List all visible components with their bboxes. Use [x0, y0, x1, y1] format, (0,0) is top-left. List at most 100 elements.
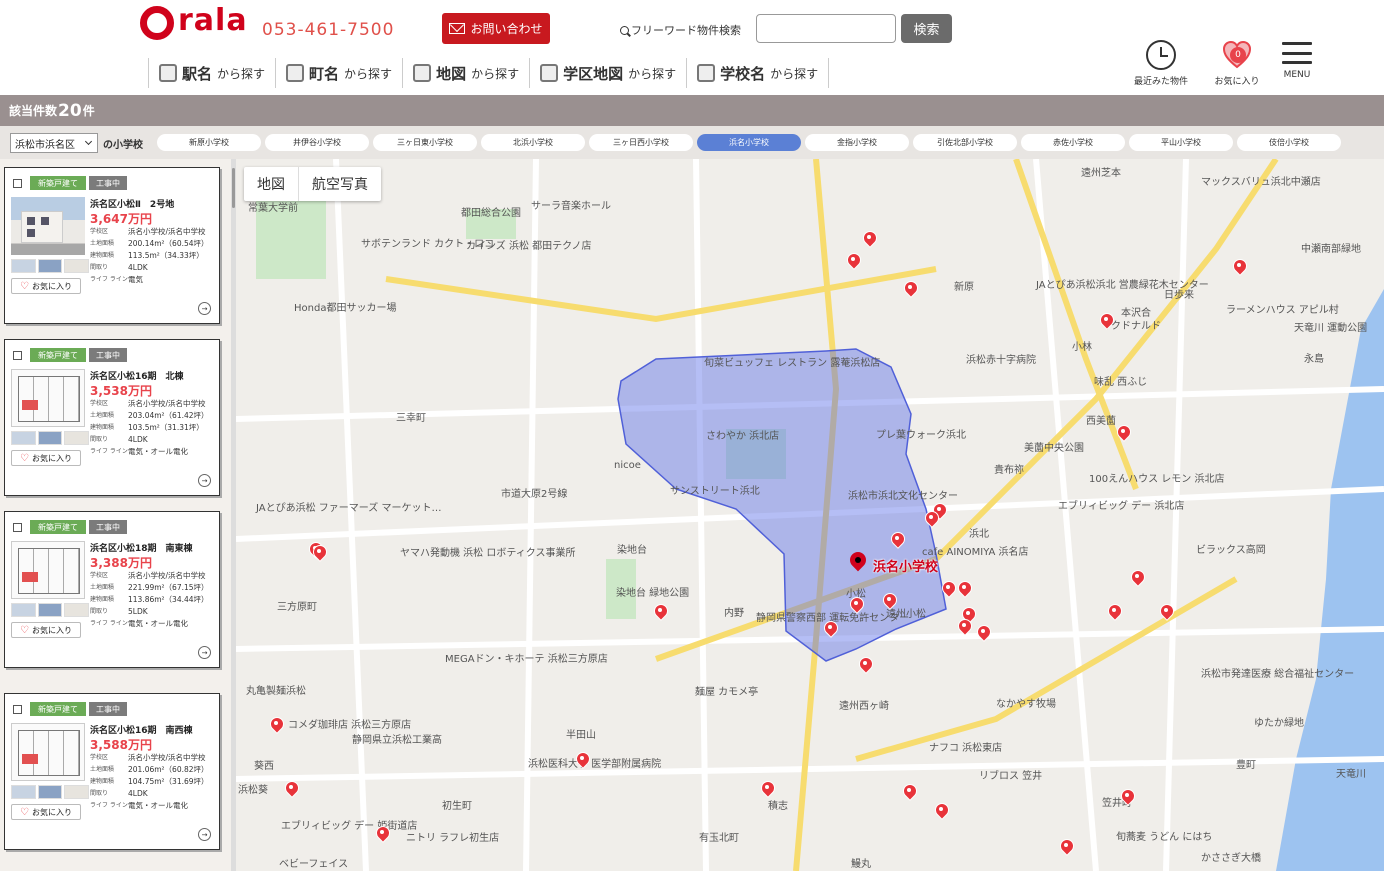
listing-title[interactable]: 浜名区小松16期 南西棟 — [90, 723, 193, 736]
layout-value: 4LDK — [128, 435, 148, 444]
property-pin[interactable] — [576, 752, 588, 768]
compare-checkbox[interactable] — [13, 705, 22, 714]
arrow-right-icon[interactable]: → — [198, 646, 211, 659]
school-district-map[interactable]: 地図 航空写真 常葉大学前 都田総合公園 サーラ音楽ホール サボテンランド カク… — [236, 159, 1384, 871]
property-floorplan[interactable] — [11, 369, 85, 427]
school-tab[interactable]: 引佐北部小学校 — [913, 134, 1017, 151]
property-pin[interactable] — [313, 545, 325, 561]
arrow-right-icon[interactable]: → — [198, 474, 211, 487]
map-type-map[interactable]: 地図 — [244, 167, 298, 201]
property-pin[interactable] — [824, 621, 836, 637]
school-filter-bar: 浜松市浜名区 の小学校 新原小学校 井伊谷小学校 三ヶ日東小学校 北浜小学校 三… — [0, 126, 1384, 159]
map-place-label: なかやす牧場 — [996, 699, 1056, 710]
listing-card[interactable]: 新築戸建て 工事中 ♡ お気に入り 浜名区小松16期 北棟 3,538万円 学校区… — [4, 339, 220, 496]
property-pin[interactable] — [859, 657, 871, 673]
property-photo[interactable] — [11, 197, 85, 255]
nav-school-district-map[interactable]: 学区地図 から探す — [529, 58, 686, 88]
nav-school-name[interactable]: 学校名 から探す — [686, 58, 830, 88]
property-floorplan[interactable] — [11, 541, 85, 599]
add-favorite-button[interactable]: ♡ お気に入り — [11, 622, 81, 638]
property-pin[interactable] — [1160, 604, 1172, 620]
contact-button[interactable]: お問い合わせ — [442, 13, 550, 44]
photo-thumbnails[interactable] — [11, 603, 90, 617]
compare-checkbox[interactable] — [13, 523, 22, 532]
photo-thumbnails[interactable] — [11, 785, 90, 799]
map-type-aerial[interactable]: 航空写真 — [298, 167, 381, 201]
property-pin[interactable] — [958, 619, 970, 635]
property-pin[interactable] — [1108, 604, 1120, 620]
property-pin[interactable] — [1100, 313, 1112, 329]
history-button[interactable]: 最近みた物件 — [1126, 40, 1196, 87]
property-pin[interactable] — [847, 253, 859, 269]
listing-scrollbar-thumb[interactable] — [232, 168, 235, 208]
school-tab[interactable]: 赤佐小学校 — [1021, 134, 1125, 151]
property-pin[interactable] — [891, 532, 903, 548]
add-favorite-button[interactable]: ♡ お気に入り — [11, 278, 81, 294]
listing-card[interactable]: 新築戸建て 工事中 ♡ お気に入り 浜名区小松Ⅱ 2号地 3,647万円 学校区 浜… — [4, 167, 220, 324]
school-key: 学校区 — [90, 754, 109, 761]
nav-map[interactable]: 地図 から探す — [402, 58, 529, 88]
photo-thumbnails[interactable] — [11, 259, 90, 273]
school-tab[interactable]: 平山小学校 — [1129, 134, 1233, 151]
listing-card[interactable]: 新築戸建て 工事中 ♡ お気に入り 浜名区小松16期 南西棟 3,588万円 学校… — [4, 693, 220, 850]
free-word-search-input[interactable] — [756, 14, 896, 43]
property-pin[interactable] — [270, 717, 282, 733]
school-tab[interactable]: 新原小学校 — [157, 134, 261, 151]
property-pin[interactable] — [904, 281, 916, 297]
school-tab-active[interactable]: 浜名小学校 — [697, 134, 801, 151]
menu-button[interactable]: MENU — [1262, 40, 1332, 80]
map-place-label: 内野 — [724, 608, 744, 619]
listing-card[interactable]: 新築戸建て 工事中 ♡ お気に入り 浜名区小松18期 南東棟 3,388万円 学校… — [4, 511, 220, 668]
school-tab[interactable]: 三ヶ日西小学校 — [589, 134, 693, 151]
site-logo[interactable]: rala — [140, 3, 260, 40]
nav-station[interactable]: 駅名 から探す — [148, 58, 275, 88]
listing-title[interactable]: 浜名区小松16期 北棟 — [90, 369, 184, 382]
property-pin[interactable] — [903, 784, 915, 800]
map-place-label: サーラ音楽ホール — [531, 201, 611, 212]
map-icon — [413, 64, 432, 82]
school-tab[interactable]: 北浜小学校 — [481, 134, 585, 151]
property-pin[interactable] — [1121, 789, 1133, 805]
map-place-label: 麺屋 カモメ亭 — [695, 687, 759, 698]
school-tab[interactable]: 三ヶ日東小学校 — [373, 134, 477, 151]
school-tab[interactable]: 伎倍小学校 — [1237, 134, 1341, 151]
search-button[interactable]: 検索 — [901, 14, 952, 43]
photo-thumbnails[interactable] — [11, 431, 90, 445]
property-floorplan[interactable] — [11, 723, 85, 781]
add-favorite-button[interactable]: ♡ お気に入り — [11, 450, 81, 466]
property-pin[interactable] — [1131, 570, 1143, 586]
property-pin[interactable] — [883, 593, 895, 609]
phone-number[interactable]: 053-461-7500 — [262, 20, 394, 40]
ward-select[interactable]: 浜松市浜名区 — [10, 133, 98, 153]
arrow-right-icon[interactable]: → — [198, 302, 211, 315]
property-pin[interactable] — [376, 826, 388, 842]
property-pin[interactable] — [850, 597, 862, 613]
new-house-badge: 新築戸建て — [30, 176, 86, 190]
map-place-label: 染地台 — [617, 545, 647, 556]
property-pin[interactable] — [1233, 259, 1245, 275]
listing-title[interactable]: 浜名区小松18期 南東棟 — [90, 541, 193, 554]
property-pin[interactable] — [1060, 839, 1072, 855]
property-pin[interactable] — [977, 625, 989, 641]
property-pin[interactable] — [761, 781, 773, 797]
property-pin[interactable] — [942, 581, 954, 597]
add-favorite-button[interactable]: ♡ お気に入り — [11, 804, 81, 820]
property-pin[interactable] — [863, 231, 875, 247]
property-pin[interactable] — [1117, 425, 1129, 441]
compare-checkbox[interactable] — [13, 179, 22, 188]
property-pin[interactable] — [654, 604, 666, 620]
property-pin[interactable] — [285, 781, 297, 797]
compare-checkbox[interactable] — [13, 351, 22, 360]
nav-town[interactable]: 町名 から探す — [275, 58, 402, 88]
map-place-label: 三幸町 — [396, 413, 426, 424]
new-house-badge: 新築戸建て — [30, 702, 86, 716]
school-tab[interactable]: 井伊谷小学校 — [265, 134, 369, 151]
school-location-pin[interactable] — [850, 552, 868, 574]
property-pin[interactable] — [958, 581, 970, 597]
map-place-label: 染地台 緑地公園 — [616, 588, 690, 599]
property-pin[interactable] — [925, 511, 937, 527]
arrow-right-icon[interactable]: → — [198, 828, 211, 841]
listing-title[interactable]: 浜名区小松Ⅱ 2号地 — [90, 197, 174, 210]
property-pin[interactable] — [935, 803, 947, 819]
school-tab[interactable]: 金指小学校 — [805, 134, 909, 151]
